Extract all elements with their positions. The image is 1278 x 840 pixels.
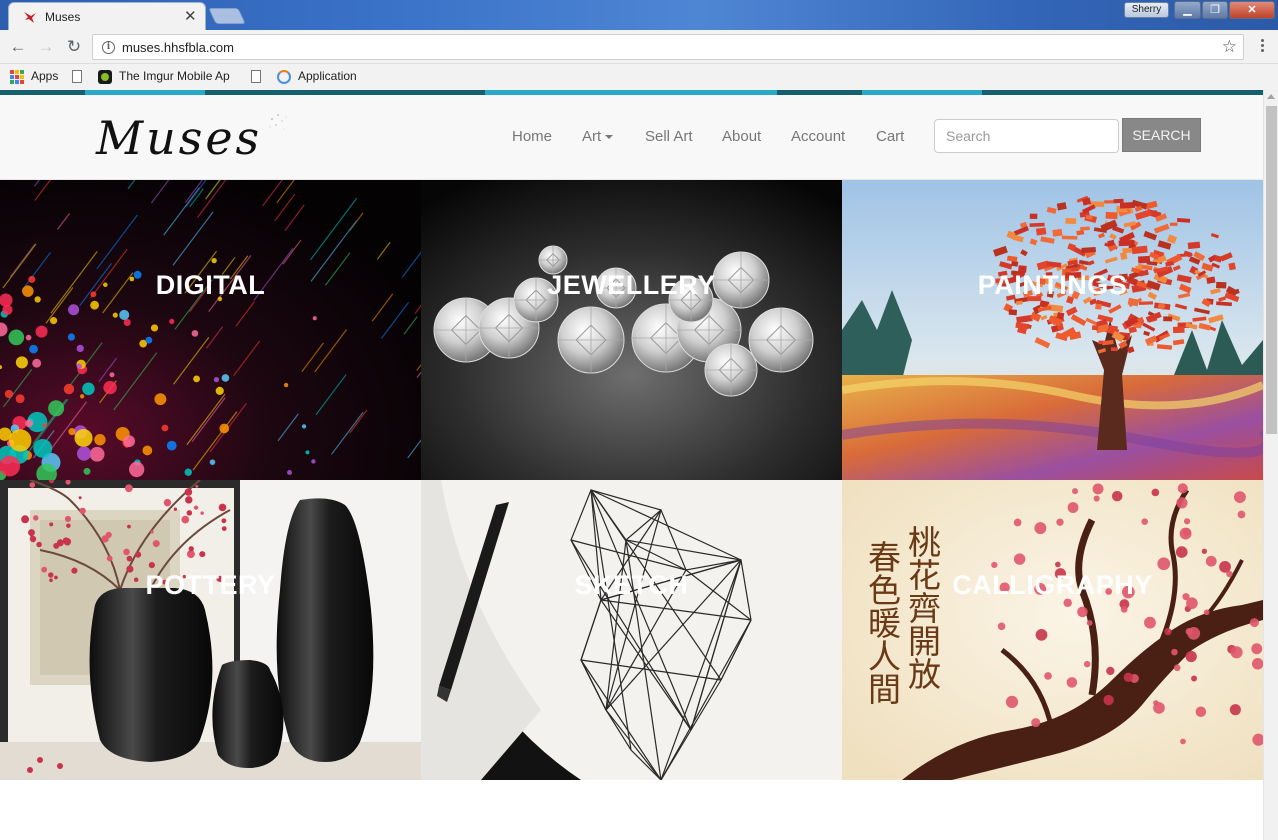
category-tile-paintings[interactable]: PAINTINGS [842, 180, 1263, 480]
search-button[interactable]: SEARCH [1122, 118, 1201, 152]
tab-close-icon[interactable]: ✕ [184, 7, 197, 25]
profile-button[interactable]: Sherry [1124, 2, 1169, 18]
calligraphy-column-1: 桃花齊開放 [903, 525, 942, 690]
category-label: DIGITAL [155, 270, 266, 300]
document-icon [251, 70, 261, 83]
nav-cart[interactable]: Cart [876, 128, 904, 145]
category-label: CALLIGRAPHY [952, 570, 1153, 600]
bookmark-apps[interactable]: Apps [10, 69, 62, 85]
scroll-thumb[interactable] [1266, 106, 1277, 434]
bookmarks-bar: Apps The Imgur Mobile Ap Application [0, 64, 1278, 90]
apps-grid-icon [10, 70, 24, 84]
bookmark-star-icon[interactable]: ☆ [1222, 37, 1237, 57]
page-scrollbar[interactable] [1263, 90, 1278, 840]
browser-titlebar: Muses ✕ Sherry ▁ ❐ ✕ [0, 0, 1278, 30]
category-label: POTTERY [145, 570, 276, 600]
bookmark-document-2[interactable] [251, 69, 265, 85]
site-navbar: Muses Home Art Sell Art About Account Ca… [0, 95, 1263, 180]
bookmark-label: The Imgur Mobile Ap [119, 69, 230, 83]
back-arrow-icon[interactable]: ← [8, 37, 28, 57]
new-tab-button[interactable] [208, 8, 246, 24]
web-page: Muses Home Art Sell Art About Account Ca… [0, 90, 1263, 840]
bookmark-imgur[interactable]: The Imgur Mobile Ap [98, 69, 238, 85]
scroll-up-arrow-icon[interactable] [1267, 94, 1275, 99]
url-text[interactable]: muses.hhsfbla.com [122, 40, 234, 55]
nav-home[interactable]: Home [512, 128, 552, 145]
category-tile-calligraphy[interactable]: 桃花齊開放 春色暖人間 CALLIGRAPHY [842, 480, 1263, 780]
category-tile-sketch[interactable]: SKETCH [421, 480, 842, 780]
category-label: SKETCH [574, 570, 689, 600]
forward-arrow-icon[interactable]: → [36, 37, 56, 57]
browser-tab[interactable]: Muses ✕ [8, 2, 206, 30]
nav-account[interactable]: Account [791, 128, 845, 145]
category-tile-pottery[interactable]: POTTERY [0, 480, 421, 780]
category-tile-jewellery[interactable]: JEWELLERY [421, 180, 842, 480]
minimize-button[interactable]: ▁ [1174, 1, 1201, 19]
bookmark-label: Application [298, 69, 357, 83]
sketch-image [421, 480, 842, 780]
nav-sell-art[interactable]: Sell Art [645, 128, 693, 145]
document-icon [72, 70, 82, 83]
site-logo[interactable]: Muses [96, 109, 262, 167]
category-tile-digital[interactable]: DIGITAL [0, 180, 421, 480]
sparkle-icon [269, 114, 287, 130]
reload-icon[interactable]: ↻ [64, 37, 84, 57]
close-window-button[interactable]: ✕ [1229, 1, 1275, 19]
search-input[interactable] [934, 119, 1119, 153]
category-label: JEWELLERY [547, 270, 716, 300]
pottery-image [0, 480, 421, 780]
bookmark-label: Apps [31, 69, 59, 83]
maximize-button[interactable]: ❐ [1202, 1, 1228, 19]
nav-art-dropdown[interactable]: Art [582, 128, 614, 145]
tab-title: Muses [45, 10, 81, 24]
application-icon [277, 70, 291, 84]
caret-down-icon [605, 135, 614, 140]
info-icon[interactable]: i [102, 41, 115, 54]
address-bar[interactable]: i muses.hhsfbla.com ☆ [92, 34, 1244, 60]
digital-art-image [0, 180, 421, 480]
jewellery-image [421, 180, 842, 480]
category-label: PAINTINGS [977, 270, 1128, 300]
paintings-image [842, 180, 1263, 480]
nav-art-label: Art [582, 128, 602, 145]
muses-favicon-icon [24, 12, 36, 23]
imgur-icon [98, 70, 112, 84]
browser-menu-icon[interactable] [1256, 37, 1268, 57]
nav-about[interactable]: About [722, 128, 761, 145]
calligraphy-image: 桃花齊開放 春色暖人間 [842, 480, 1263, 780]
bookmark-document-1[interactable] [72, 69, 86, 85]
bookmark-application[interactable]: Application [277, 69, 367, 85]
calligraphy-column-2: 春色暖人間 [863, 540, 902, 705]
browser-toolbar: ← → ↻ i muses.hhsfbla.com ☆ [0, 30, 1278, 64]
